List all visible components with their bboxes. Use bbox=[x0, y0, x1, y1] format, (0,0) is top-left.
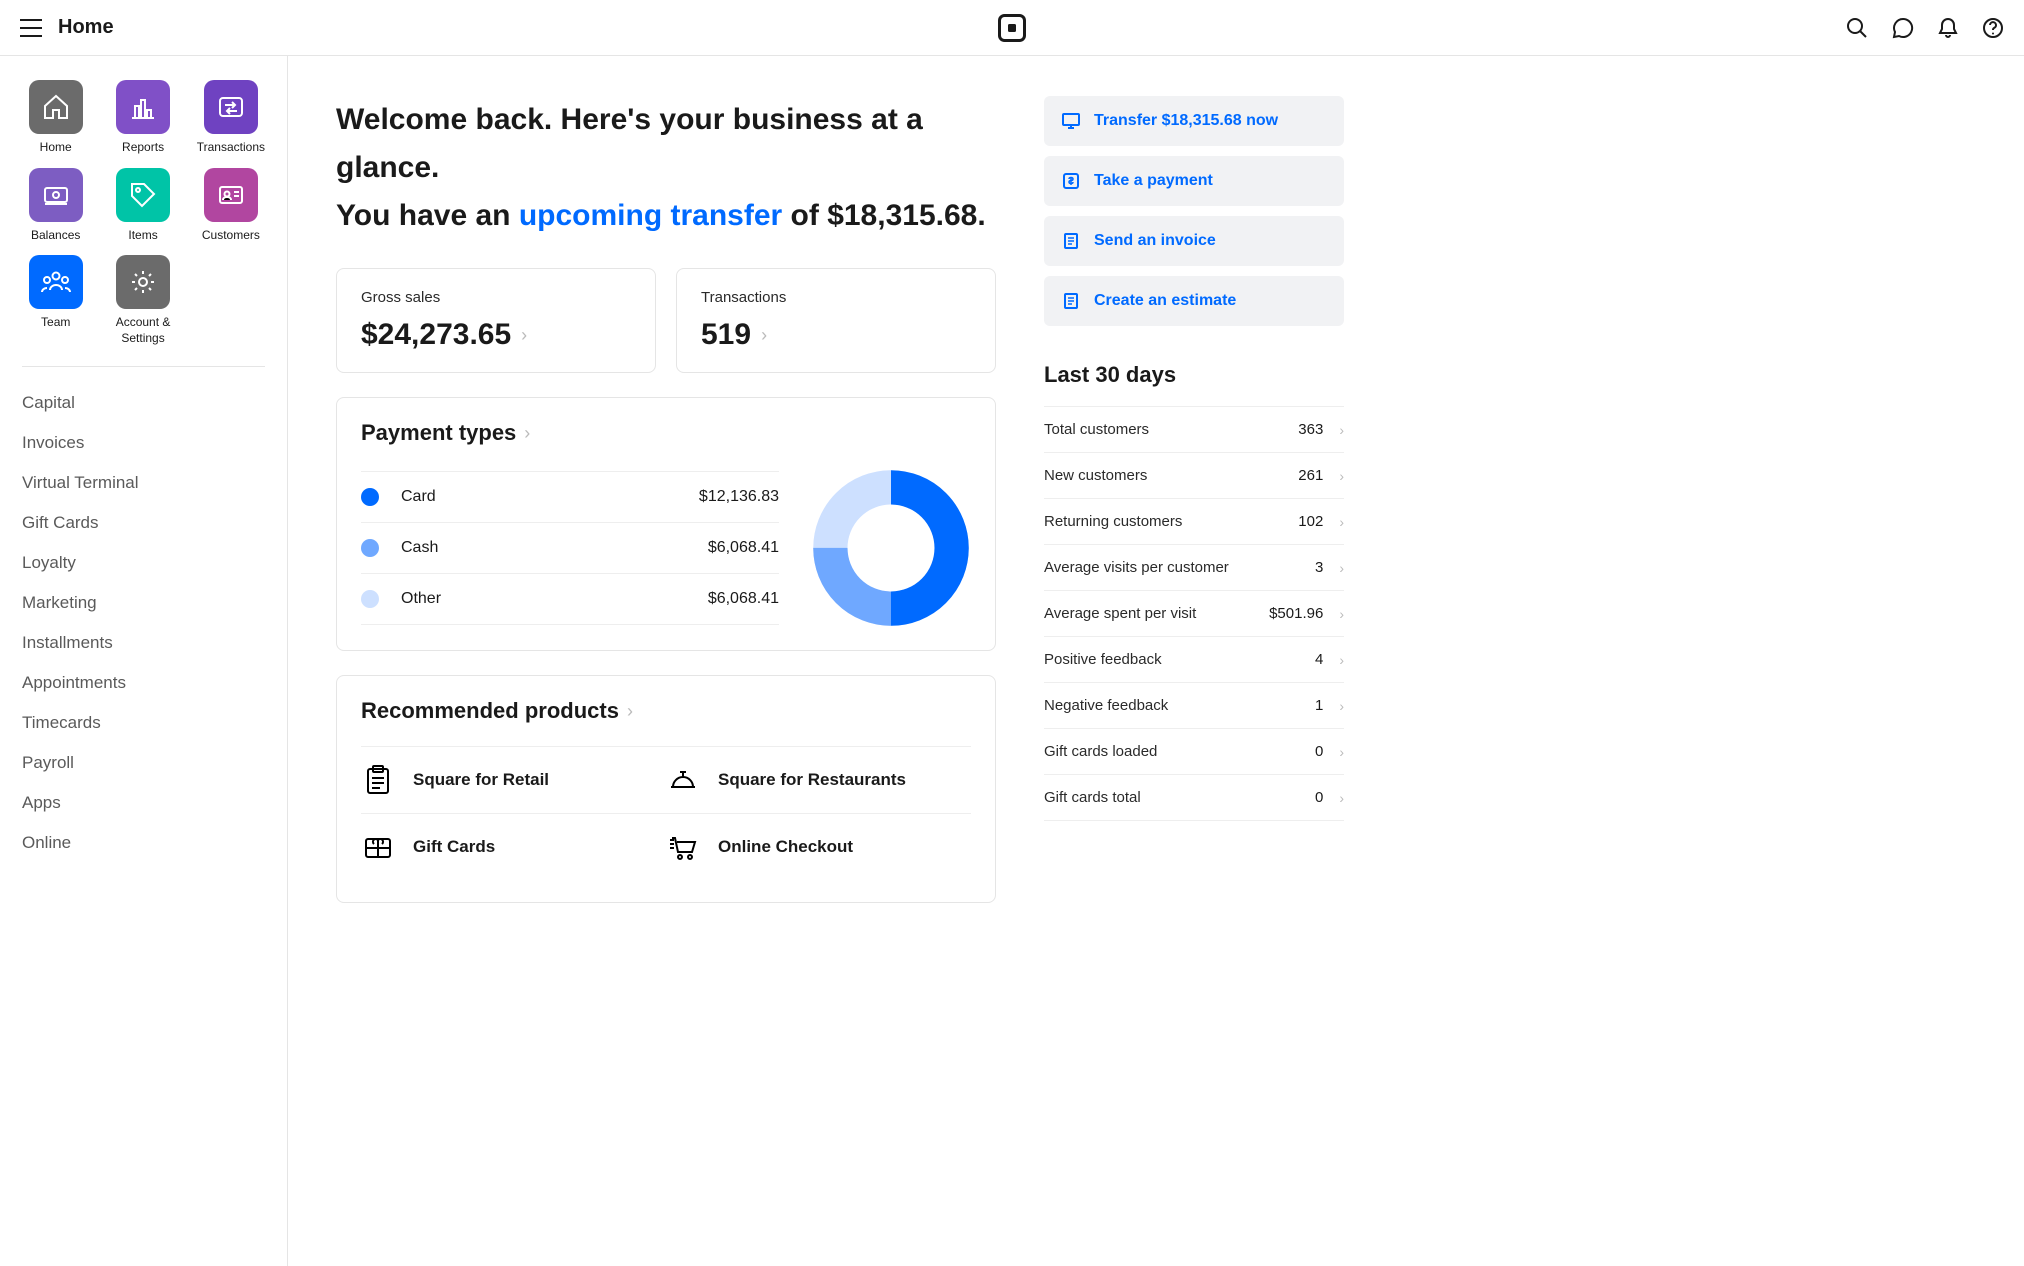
last30-title: Last 30 days bbox=[1044, 362, 1344, 388]
nav-list: Capital Invoices Virtual Terminal Gift C… bbox=[22, 383, 265, 863]
rec-square-retail[interactable]: Square for Retail bbox=[361, 746, 666, 813]
stat-negative-feedback[interactable]: Negative feedback1› bbox=[1044, 683, 1344, 729]
payment-row-cash: Cash $6,068.41 bbox=[361, 523, 779, 574]
legend-dot-other bbox=[361, 590, 379, 608]
chevron-right-icon: › bbox=[521, 325, 527, 346]
stat-returning-customers[interactable]: Returning customers102› bbox=[1044, 499, 1344, 545]
chat-icon[interactable] bbox=[1892, 17, 1914, 39]
legend-dot-card bbox=[361, 488, 379, 506]
tile-items[interactable]: Items bbox=[109, 168, 176, 244]
action-take-payment[interactable]: Take a payment bbox=[1044, 156, 1344, 206]
recommended-panel: Recommended products › Square for Retail bbox=[336, 675, 996, 903]
rec-gift-cards[interactable]: Gift Cards bbox=[361, 813, 666, 880]
topbar: Home bbox=[0, 0, 2024, 56]
payment-types-title[interactable]: Payment types › bbox=[361, 420, 971, 446]
reports-icon bbox=[116, 80, 170, 134]
nav-installments[interactable]: Installments bbox=[22, 623, 265, 663]
nav-timecards[interactable]: Timecards bbox=[22, 703, 265, 743]
stat-avg-visits[interactable]: Average visits per customer3› bbox=[1044, 545, 1344, 591]
nav-capital[interactable]: Capital bbox=[22, 383, 265, 423]
chevron-right-icon: › bbox=[1339, 606, 1344, 622]
tile-home[interactable]: Home bbox=[22, 80, 89, 156]
rec-square-restaurants[interactable]: Square for Restaurants bbox=[666, 746, 971, 813]
rec-online-checkout[interactable]: Online Checkout bbox=[666, 813, 971, 880]
stat-gift-total[interactable]: Gift cards total0› bbox=[1044, 775, 1344, 821]
chevron-right-icon: › bbox=[1339, 560, 1344, 576]
nav-marketing[interactable]: Marketing bbox=[22, 583, 265, 623]
gear-icon bbox=[116, 255, 170, 309]
chevron-right-icon: › bbox=[1339, 698, 1344, 714]
search-icon[interactable] bbox=[1846, 17, 1868, 39]
monitor-icon bbox=[1062, 112, 1080, 130]
team-icon bbox=[29, 255, 83, 309]
transactions-card[interactable]: Transactions 519› bbox=[676, 268, 996, 373]
nav-loyalty[interactable]: Loyalty bbox=[22, 543, 265, 583]
chevron-right-icon: › bbox=[761, 325, 767, 346]
nav-appointments[interactable]: Appointments bbox=[22, 663, 265, 703]
balances-icon bbox=[29, 168, 83, 222]
payment-types-donut-chart bbox=[811, 468, 971, 628]
dollar-icon bbox=[1062, 172, 1080, 190]
action-transfer-now[interactable]: Transfer $18,315.68 now bbox=[1044, 96, 1344, 146]
transactions-icon bbox=[204, 80, 258, 134]
menu-icon[interactable] bbox=[20, 19, 42, 37]
gross-sales-card[interactable]: Gross sales $24,273.65› bbox=[336, 268, 656, 373]
chevron-right-icon: › bbox=[1339, 652, 1344, 668]
nav-apps[interactable]: Apps bbox=[22, 783, 265, 823]
nav-payroll[interactable]: Payroll bbox=[22, 743, 265, 783]
payment-row-other: Other $6,068.41 bbox=[361, 574, 779, 625]
clipboard-icon bbox=[361, 763, 395, 797]
nav-online[interactable]: Online bbox=[22, 823, 265, 863]
chevron-right-icon: › bbox=[1339, 514, 1344, 530]
nav-virtual-terminal[interactable]: Virtual Terminal bbox=[22, 463, 265, 503]
action-create-estimate[interactable]: Create an estimate bbox=[1044, 276, 1344, 326]
stat-positive-feedback[interactable]: Positive feedback4› bbox=[1044, 637, 1344, 683]
chevron-right-icon: › bbox=[627, 701, 633, 722]
chevron-right-icon: › bbox=[1339, 744, 1344, 760]
page-title: Home bbox=[58, 16, 114, 39]
chevron-right-icon: › bbox=[1339, 468, 1344, 484]
legend-dot-cash bbox=[361, 539, 379, 557]
invoice-icon bbox=[1062, 232, 1080, 250]
payment-row-card: Card $12,136.83 bbox=[361, 471, 779, 523]
recommended-title[interactable]: Recommended products › bbox=[361, 698, 971, 724]
tile-transactions[interactable]: Transactions bbox=[197, 80, 265, 156]
cart-icon bbox=[666, 830, 700, 864]
stat-total-customers[interactable]: Total customers363› bbox=[1044, 406, 1344, 453]
chevron-right-icon: › bbox=[1339, 790, 1344, 806]
nav-invoices[interactable]: Invoices bbox=[22, 423, 265, 463]
stat-avg-spent[interactable]: Average spent per visit$501.96› bbox=[1044, 591, 1344, 637]
help-icon[interactable] bbox=[1982, 17, 2004, 39]
square-logo-icon[interactable] bbox=[998, 14, 1026, 42]
welcome-headline: Welcome back. Here's your business at a … bbox=[336, 96, 996, 240]
estimate-icon bbox=[1062, 292, 1080, 310]
tile-team[interactable]: Team bbox=[22, 255, 89, 346]
tile-balances[interactable]: Balances bbox=[22, 168, 89, 244]
tile-account-settings[interactable]: Account & Settings bbox=[109, 255, 176, 346]
sidebar: Home Reports Transactions Balances bbox=[0, 56, 288, 1266]
upcoming-transfer-link[interactable]: upcoming transfer bbox=[519, 199, 782, 232]
stat-gift-loaded[interactable]: Gift cards loaded0› bbox=[1044, 729, 1344, 775]
gift-icon bbox=[361, 830, 395, 864]
items-icon bbox=[116, 168, 170, 222]
home-icon bbox=[29, 80, 83, 134]
chevron-right-icon: › bbox=[524, 423, 530, 444]
divider bbox=[22, 366, 265, 367]
bell-service-icon bbox=[666, 763, 700, 797]
bell-icon[interactable] bbox=[1938, 17, 1958, 39]
tile-reports[interactable]: Reports bbox=[109, 80, 176, 156]
payment-types-panel: Payment types › Card $12,136.83 Cash bbox=[336, 397, 996, 651]
customers-icon bbox=[204, 168, 258, 222]
tile-customers[interactable]: Customers bbox=[197, 168, 265, 244]
stat-new-customers[interactable]: New customers261› bbox=[1044, 453, 1344, 499]
action-send-invoice[interactable]: Send an invoice bbox=[1044, 216, 1344, 266]
chevron-right-icon: › bbox=[1339, 422, 1344, 438]
nav-gift-cards[interactable]: Gift Cards bbox=[22, 503, 265, 543]
